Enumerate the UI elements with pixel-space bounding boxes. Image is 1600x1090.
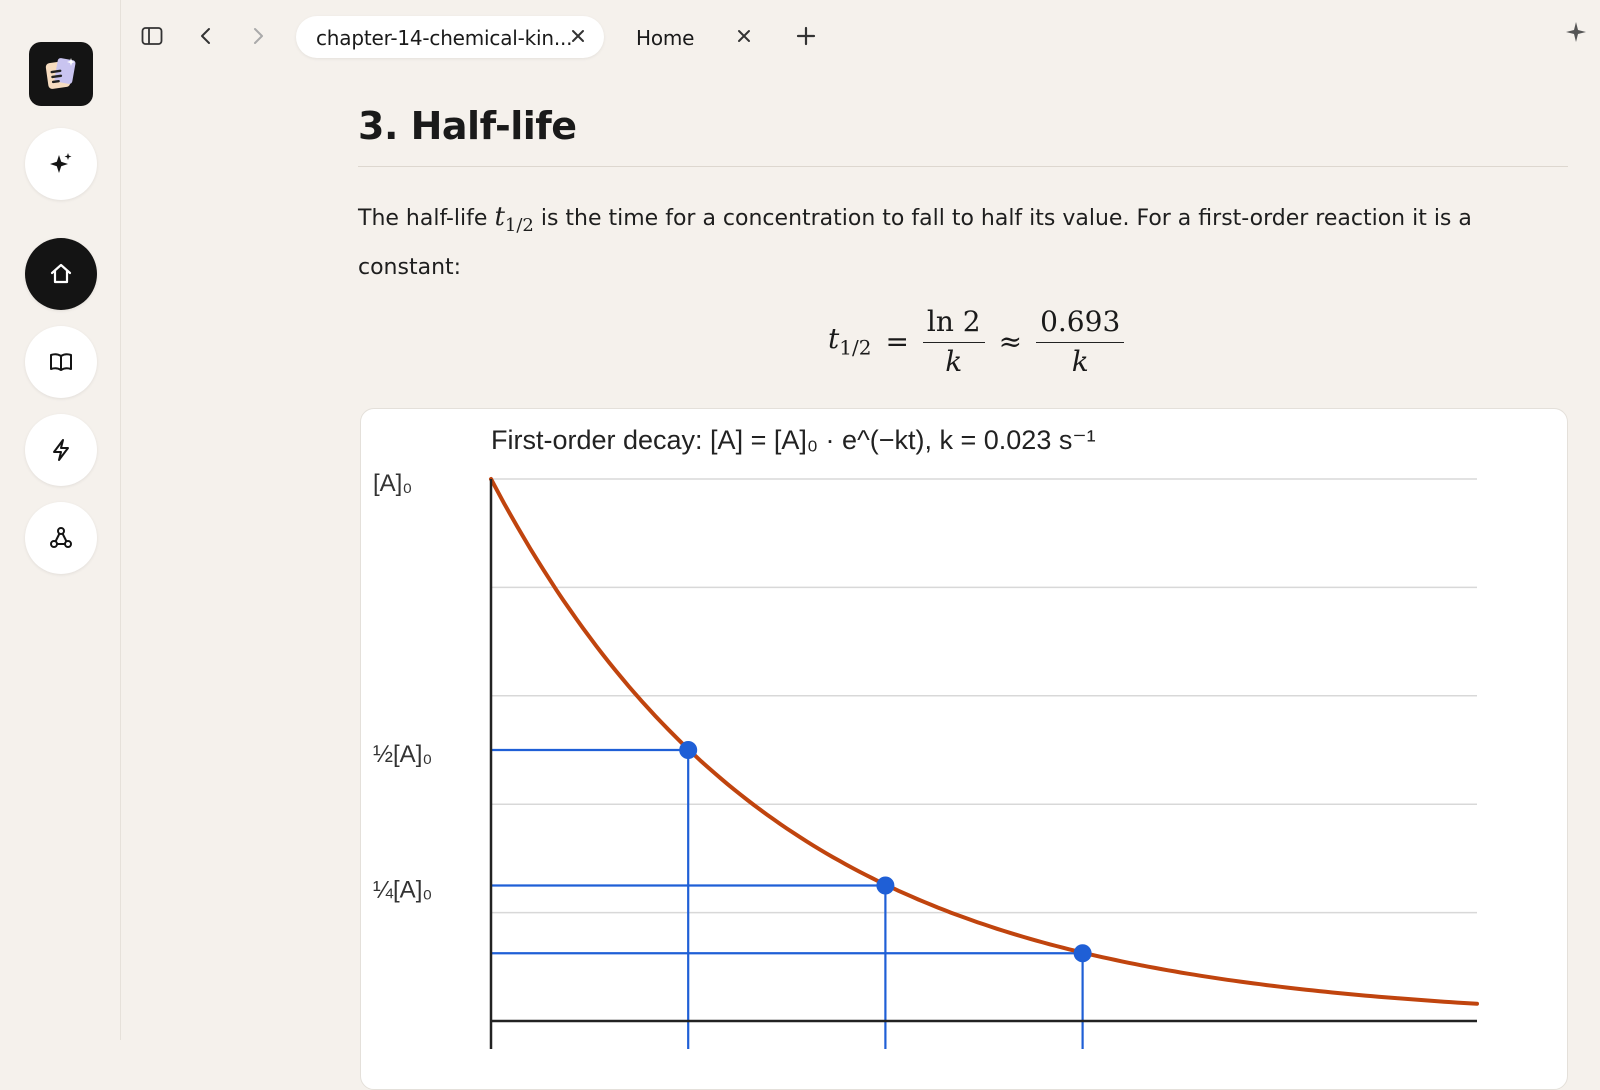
plus-icon bbox=[796, 26, 816, 46]
half-life-marker bbox=[1073, 944, 1092, 963]
home-icon bbox=[50, 263, 72, 284]
app-logo[interactable] bbox=[29, 42, 93, 106]
formula-approx: ≈ bbox=[998, 324, 1023, 358]
book-icon bbox=[50, 353, 72, 371]
sidebar-toggle-button[interactable] bbox=[138, 22, 166, 50]
chevron-left-icon bbox=[201, 28, 210, 44]
decay-chart: First-order decay: [A] = [A]₀ · e^(−kt),… bbox=[373, 425, 1479, 1049]
y-tick-label: ¼[A]₀ bbox=[373, 877, 432, 904]
tab-chapter-14-close-button[interactable] bbox=[566, 24, 590, 48]
formula-fraction-0693: 0.693 k bbox=[1036, 305, 1125, 378]
tab-bar: chapter-14-chemical-kin... Home bbox=[120, 0, 1600, 72]
half-life-formula: t1/2 = ln 2 k ≈ 0.693 k bbox=[828, 301, 1125, 381]
section-heading: 3. Half-life bbox=[358, 104, 577, 148]
sparkle-icon bbox=[50, 153, 72, 173]
formula-fraction-ln2: ln 2 k bbox=[922, 305, 985, 378]
y-tick-label: ½[A]₀ bbox=[373, 741, 432, 768]
heading-divider bbox=[358, 166, 1568, 167]
back-button[interactable] bbox=[192, 22, 220, 50]
formula-lhs: t1/2 bbox=[828, 322, 872, 360]
sidebar-item-library[interactable] bbox=[25, 326, 97, 398]
half-life-marker bbox=[679, 741, 698, 759]
para-var: t1/2 bbox=[494, 202, 534, 237]
sparkle-icon bbox=[1566, 22, 1586, 42]
y-tick-label: [A]₀ bbox=[373, 470, 412, 497]
new-tab-button[interactable] bbox=[792, 22, 820, 50]
sidebar-item-quick-actions[interactable] bbox=[25, 414, 97, 486]
notes-logo-icon bbox=[45, 58, 76, 89]
para-text-before: The half-life bbox=[358, 206, 495, 231]
decay-chart-card: First-order decay: [A] = [A]₀ · e^(−kt),… bbox=[360, 408, 1568, 1090]
graph-icon bbox=[50, 527, 72, 548]
sidebar-item-graph[interactable] bbox=[25, 502, 97, 574]
tab-home-close-button[interactable] bbox=[732, 24, 756, 48]
section-paragraph: The half-life t1/2 is the time for a con… bbox=[358, 196, 1558, 289]
sidebar bbox=[0, 0, 121, 1040]
sidebar-item-ai-assistant[interactable] bbox=[25, 128, 97, 200]
tab-home-label[interactable]: Home bbox=[636, 26, 694, 50]
forward-button[interactable] bbox=[244, 22, 272, 50]
formula-equals: = bbox=[885, 324, 909, 358]
half-life-marker bbox=[876, 876, 895, 895]
close-icon bbox=[572, 30, 584, 42]
lightning-icon bbox=[53, 439, 69, 461]
chevron-right-icon bbox=[254, 28, 263, 44]
chart-title: First-order decay: [A] = [A]₀ · e^(−kt),… bbox=[491, 425, 1096, 455]
sidebar-item-home[interactable] bbox=[25, 238, 97, 310]
sidebar-toggle-icon bbox=[141, 27, 163, 45]
assistant-button[interactable] bbox=[1562, 18, 1590, 46]
tab-chapter-14-label: chapter-14-chemical-kin... bbox=[316, 26, 573, 50]
close-icon bbox=[738, 30, 750, 42]
decay-curve bbox=[489, 477, 1479, 1006]
